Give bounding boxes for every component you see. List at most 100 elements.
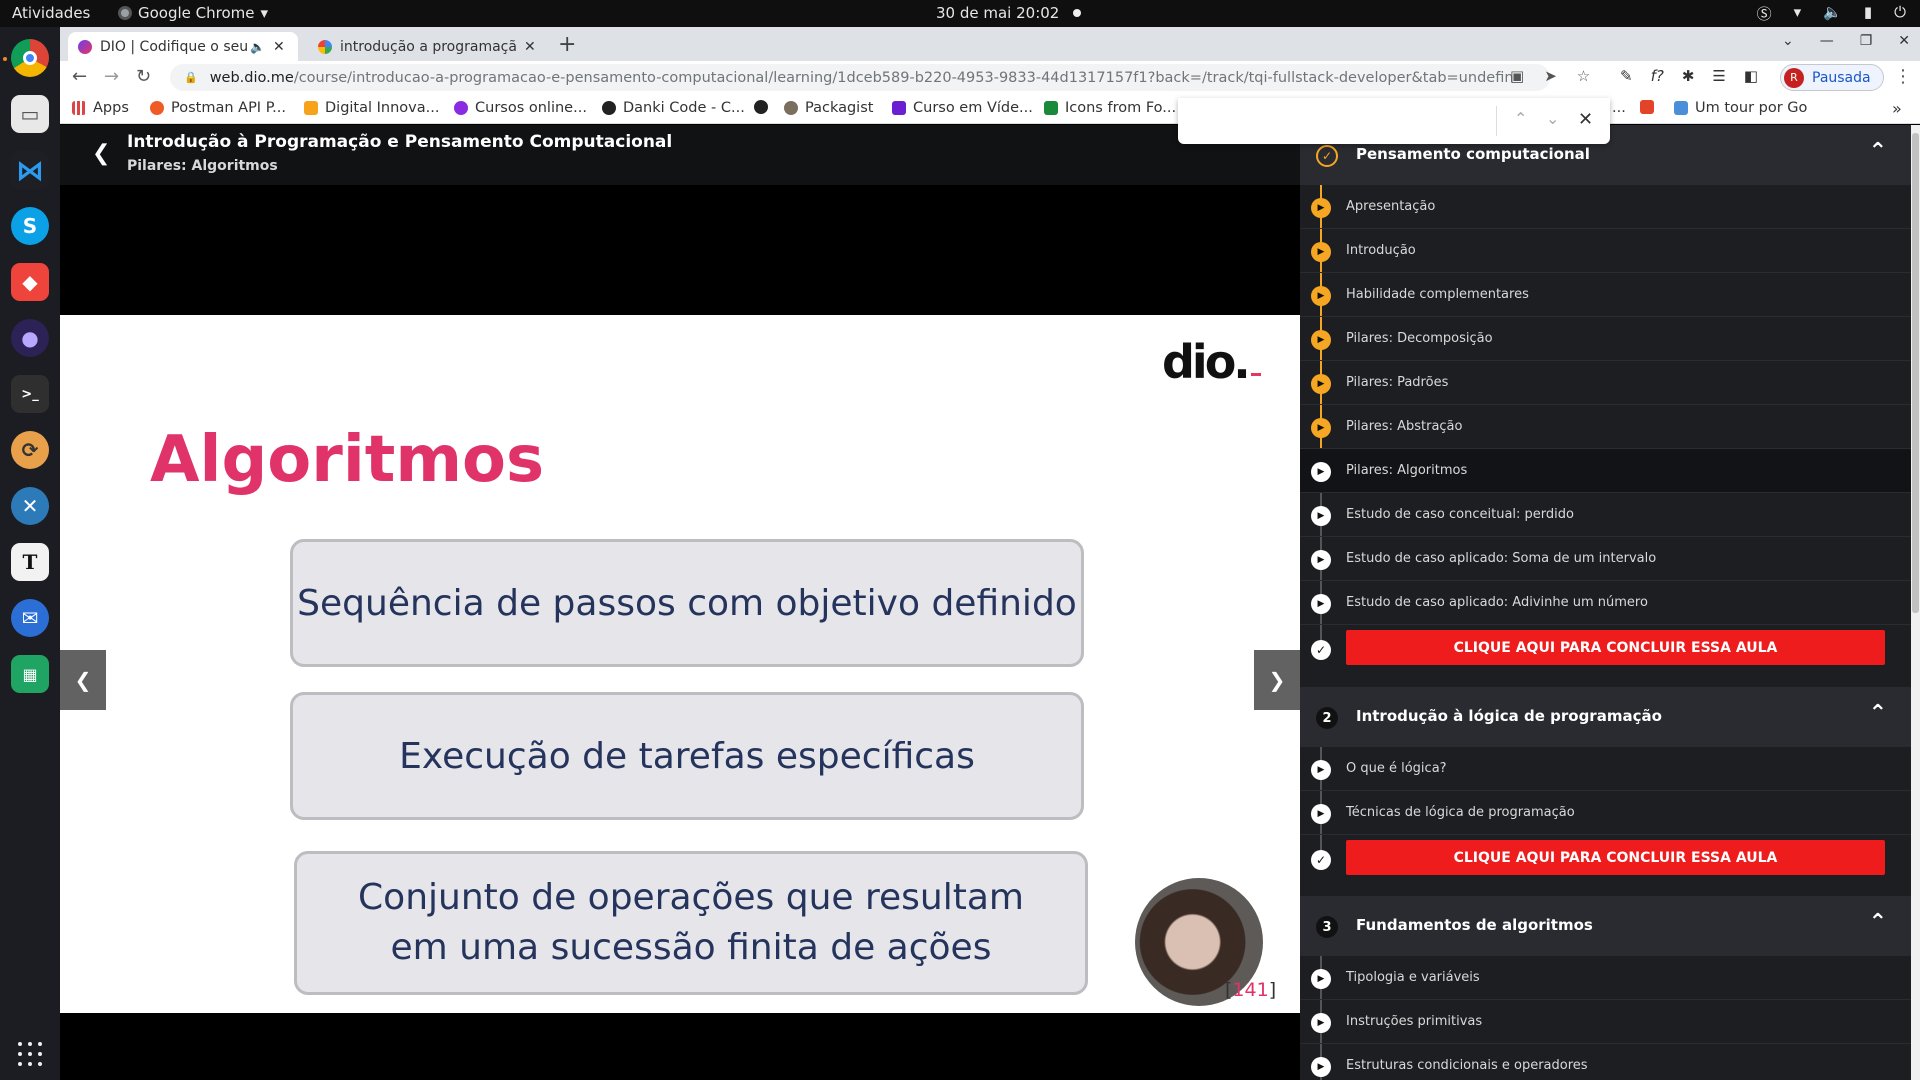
lesson-item[interactable]: ▶ Técnicas de lógica de programação [1300,791,1911,835]
lesson-item[interactable]: ▶ Pilares: Padrões [1300,361,1911,405]
find-close-icon[interactable]: ✕ [1578,109,1593,130]
lesson-item[interactable]: ▶ O que é lógica? [1300,747,1911,791]
send-icon[interactable]: ➤ [1544,67,1557,85]
terminal-icon[interactable]: >_ [11,375,49,413]
bookmark-apps[interactable]: Apps [72,100,129,116]
lesson-item[interactable]: ▶ Instruções primitivas [1300,1000,1911,1044]
bookmark-label: Apps [93,100,129,116]
bookmark-digital-innovation[interactable]: Digital Innova... [304,100,439,116]
thunderbird-icon[interactable]: ✉ [11,599,49,637]
eclipse-icon[interactable]: ● [11,319,49,357]
sidebar-scrollbar[interactable] [1911,125,1920,1080]
bookmark-danki-code[interactable]: Danki Code - C... [602,100,745,116]
vscode-icon[interactable]: ⋈ [11,151,49,189]
complete-lesson-button[interactable]: CLIQUE AQUI PARA CONCLUIR ESSA AULA [1346,630,1885,665]
system-tray[interactable]: Ⓢ ▾ 🔈 ▮ ⏻ [1757,3,1906,24]
minimize-icon[interactable]: — [1820,33,1834,49]
bookmark-unnamed[interactable] [754,100,775,114]
update-icon[interactable]: ⟳ [11,431,49,469]
reload-icon[interactable]: ↻ [136,66,151,87]
lesson-item[interactable]: ▶ Pilares: Abstração [1300,405,1911,449]
page-action-icon[interactable]: ▣ [1510,67,1524,85]
more-bookmarks-icon[interactable]: » [1892,99,1902,118]
kebab-menu-icon[interactable]: ⋮ [1894,66,1912,87]
close-tab-icon[interactable]: ✕ [524,39,536,55]
find-input[interactable] [1188,106,1488,136]
bookmark-tour[interactable]: Um tour por Go [1674,100,1807,116]
bookmark-curso-em-video[interactable]: Curso em Víde... [892,100,1033,116]
anydesk-icon[interactable]: ◆ [11,263,49,301]
lesson-item[interactable]: ▶ Pilares: Decomposição [1300,317,1911,361]
find-previous-icon[interactable]: ⌃ [1514,109,1527,128]
lesson-item-current[interactable]: ▶ Pilares: Algoritmos [1300,449,1911,493]
collapse-chevron-icon[interactable]: ⌃ [1869,139,1887,164]
slide-box: Conjunto de operações que resultam em um… [294,851,1088,995]
complete-lesson-button[interactable]: CLIQUE AQUI PARA CONCLUIR ESSA AULA [1346,840,1885,875]
tab-dio[interactable]: DIO | Codifique o seu f 🔈 ✕ [68,32,298,61]
compass-icon[interactable]: ✕ [11,487,49,525]
back-icon[interactable]: ← [72,66,87,87]
lesson-item[interactable]: ▶ Estudo de caso aplicado: Adivinhe um nú… [1300,581,1911,625]
bookmark-cursos-online[interactable]: Cursos online... [454,100,587,116]
module-title: Introdução à lógica de programação [1356,707,1662,725]
lesson-item[interactable]: ▶ Introdução [1300,229,1911,273]
bookmark-postman[interactable]: Postman API P... [150,100,286,116]
next-lesson-arrow[interactable]: ❯ [1254,650,1300,710]
bookmark-icons-from-folder[interactable]: Icons from Fo... [1044,100,1176,116]
lesson-item[interactable]: ▶ Habilidade complementares [1300,273,1911,317]
skype-tray-icon[interactable]: Ⓢ [1757,3,1772,24]
address-bar[interactable]: 🔒 web.dio.me /course/introducao-a-progra… [170,64,1550,91]
find-next-icon[interactable]: ⌄ [1546,109,1559,128]
profile-button[interactable]: R Pausada [1780,64,1884,91]
play-icon: ▶ [1311,198,1331,218]
lesson-item[interactable]: ▶ Apresentação [1300,185,1911,229]
extensions-puzzle-icon[interactable]: ✱ [1682,67,1695,85]
app-menu-label: Google Chrome [138,4,255,22]
bookmark-gitlab[interactable] [1640,100,1661,114]
close-window-icon[interactable]: ✕ [1898,33,1910,49]
bookmark-ellipsis[interactable]: ... [1612,100,1626,116]
eyedropper-icon[interactable]: ✎ [1620,67,1633,85]
clock[interactable]: 30 de mai 20:02 [936,4,1082,22]
scrollbar-thumb[interactable] [1912,133,1919,613]
tab-google[interactable]: introdução a programaçã ✕ [308,32,548,61]
back-arrow-icon[interactable]: ❮ [92,141,110,166]
video-slide[interactable]: dio. Algoritmos Sequência de passos com … [60,315,1300,1013]
tab-audio-icon[interactable]: 🔈 [250,40,265,54]
lesson-item[interactable]: ▶ Estudo de caso aplicado: Soma de um int… [1300,537,1911,581]
files-icon[interactable]: ▭ [11,95,49,133]
slide-counter: [141] [1225,979,1277,1001]
lock-icon[interactable]: 🔒 [184,71,198,84]
forward-icon[interactable]: → [104,66,119,87]
spreadsheet-icon[interactable]: ▦ [11,655,49,693]
typora-icon[interactable]: T [11,543,49,581]
lesson-label: Introdução [1346,243,1416,258]
play-icon: ▶ [1311,506,1331,526]
side-panel-icon[interactable]: ◧ [1744,67,1758,85]
lesson-item[interactable]: ▶ Estruturas condicionais e operadores [1300,1044,1911,1080]
restore-icon[interactable]: ❐ [1860,33,1873,49]
reading-list-icon[interactable]: ☰ [1712,67,1725,85]
close-tab-icon[interactable]: ✕ [273,39,285,55]
lesson-item[interactable]: ▶ Tipologia e variáveis [1300,956,1911,1000]
app-menu[interactable]: Google Chrome ▾ [118,4,268,22]
collapse-chevron-icon[interactable]: ⌃ [1869,701,1887,726]
tab-search-icon[interactable]: ⌄ [1782,33,1794,49]
chrome-icon[interactable] [11,39,49,77]
packagist-icon [784,101,798,115]
bookmark-packagist[interactable]: Packagist [784,100,873,116]
lesson-label: Pilares: Padrões [1346,375,1449,390]
battery-icon: ▮ [1863,3,1873,21]
previous-lesson-arrow[interactable]: ❮ [60,650,106,710]
module-header[interactable]: 3 Fundamentos de algoritmos ⌃ [1300,896,1911,956]
function-icon[interactable]: f? [1651,67,1664,85]
collapse-chevron-icon[interactable]: ⌃ [1869,910,1887,935]
module-header[interactable]: 2 Introdução à lógica de programação ⌃ [1300,687,1911,747]
new-tab-button[interactable]: + [558,32,576,57]
activities-button[interactable]: Atividades [12,4,90,22]
power-menu-icon[interactable]: ⏻ [1894,3,1906,24]
skype-icon[interactable]: S [11,207,49,245]
lesson-item[interactable]: ▶ Estudo de caso conceitual: perdido [1300,493,1911,537]
show-applications-icon[interactable] [18,1042,42,1066]
bookmark-star-icon[interactable]: ☆ [1577,67,1590,85]
